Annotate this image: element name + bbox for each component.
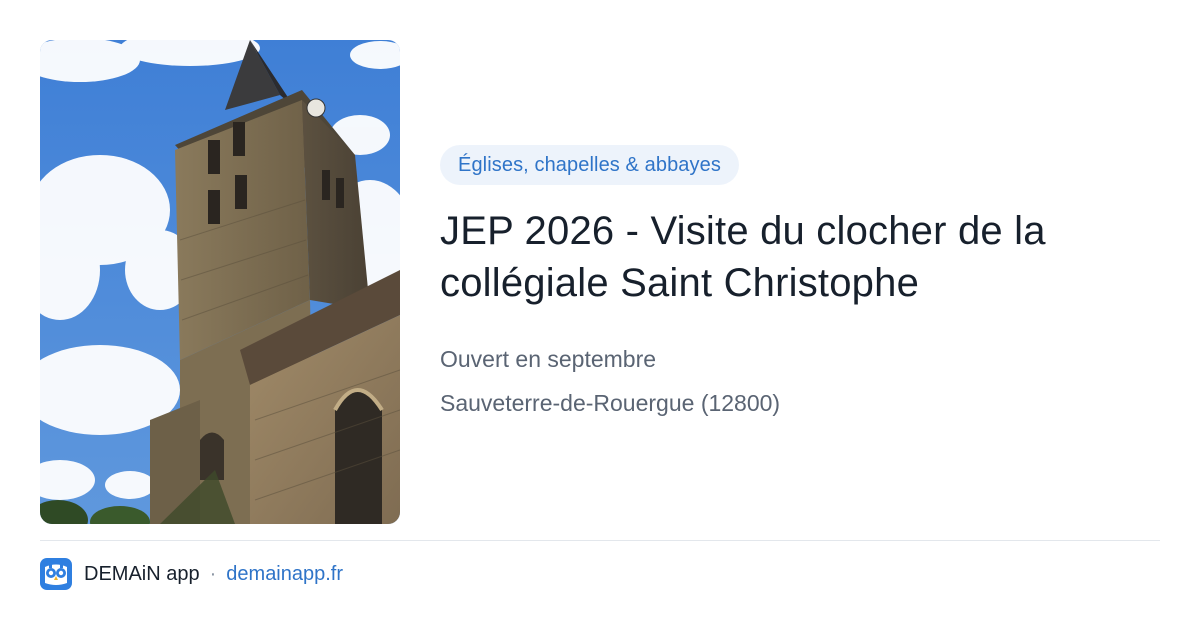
- category-badge[interactable]: Églises, chapelles & abbayes: [440, 145, 739, 185]
- event-details: Églises, chapelles & abbayes JEP 2026 - …: [440, 145, 1160, 425]
- event-schedule: Ouvert en septembre: [440, 346, 657, 372]
- footer: DEMAiN app · demainapp.fr: [40, 558, 343, 590]
- event-meta: Ouvert en septembre Sauveterre-de-Rouerg…: [440, 337, 1160, 425]
- event-photo: [40, 40, 400, 524]
- footer-divider: [40, 540, 1160, 541]
- app-domain-link[interactable]: demainapp.fr: [226, 563, 343, 586]
- owl-app-icon: [40, 558, 72, 590]
- event-location: Sauveterre-de-Rouergue (12800): [440, 390, 781, 416]
- app-name: DEMAiN app: [84, 562, 200, 585]
- event-title-line-2: collégiale Saint Christophe: [440, 261, 920, 305]
- event-title-line-1: JEP 2026 - Visite du clocher de la: [440, 209, 1046, 253]
- footer-separator: ·: [209, 562, 217, 585]
- event-title[interactable]: JEP 2026 - Visite du clocher de la collé…: [440, 205, 1160, 309]
- event-card[interactable]: Églises, chapelles & abbayes JEP 2026 - …: [0, 0, 1200, 630]
